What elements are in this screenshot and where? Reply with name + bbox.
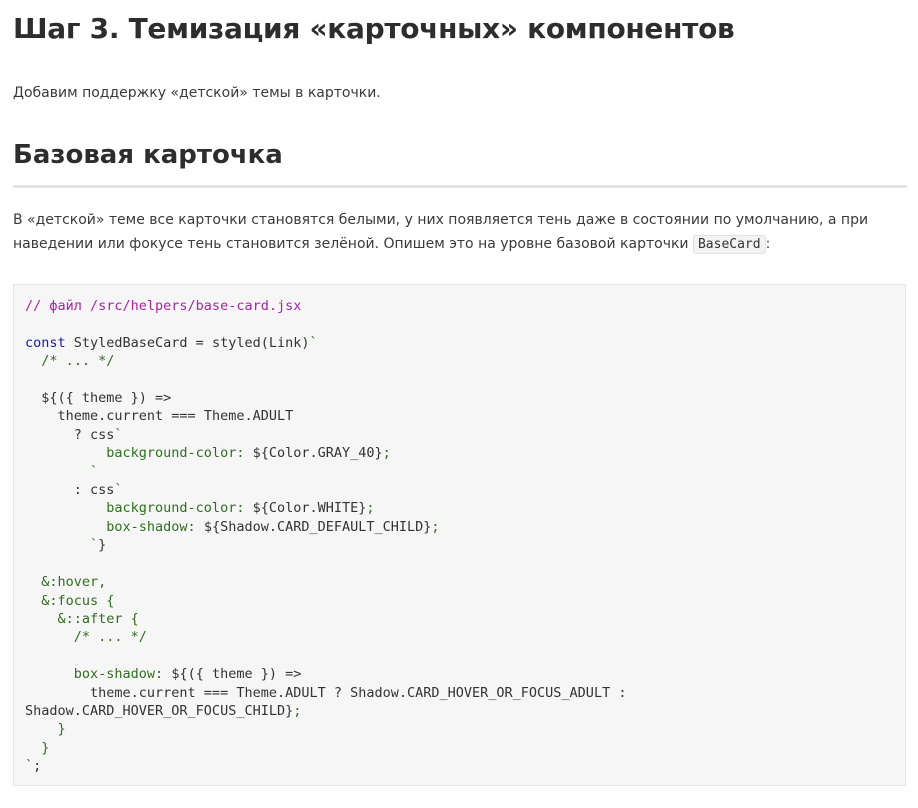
code-token-plain: Shadow.CARD_HOVER_OR_FOCUS_CHILD} — [25, 702, 294, 719]
code-token-plain: ${({ theme }) => — [41, 390, 172, 407]
code-token-plain: theme.current === Theme.ADULT — [57, 408, 294, 425]
section-title: Базовая карточка — [13, 140, 283, 170]
code-token-string: /* ... */ — [25, 629, 147, 646]
code-token-string: ` — [309, 334, 318, 351]
code-token-string: box-shadow: — [25, 666, 172, 683]
code-token-plain: ${({ theme }) => — [171, 666, 302, 683]
code-token-keyword: const — [25, 334, 66, 351]
code-line: // файл /src/helpers/base-card.jsx — [25, 298, 301, 314]
code-token-string: ` — [25, 463, 99, 480]
code-token-string: &:focus { — [25, 592, 115, 609]
code-line: background-color: ${Color.GRAY_40}; — [25, 445, 391, 461]
page-title: Шаг 3. Темизация «карточных» компонентов — [13, 12, 735, 45]
code-token-string: ; — [431, 518, 440, 535]
code-token-string: ; — [366, 500, 375, 517]
code-token-string: ` — [114, 482, 123, 499]
code-token-string: &:hover, — [25, 574, 107, 591]
code-line: box-shadow: ${({ theme }) => — [25, 666, 302, 683]
code-line: ? css` — [25, 427, 123, 443]
code-line: &:focus { — [25, 593, 114, 609]
code-line: box-shadow: ${Shadow.CARD_DEFAULT_CHILD}… — [25, 518, 440, 535]
code-token-string: background-color: — [25, 500, 253, 517]
code-token-string: /* ... */ — [25, 353, 115, 370]
code-line: /* ... */ — [25, 629, 147, 645]
code-token-plain: StyledBaseCard = styled(Link) — [65, 334, 310, 351]
code-line: `} — [25, 537, 106, 553]
code-token-plain: ${Shadow.CARD_DEFAULT_CHILD} — [203, 518, 432, 535]
code-line: &::after { — [25, 611, 139, 627]
code-token-string: ` — [25, 758, 34, 775]
code-token-plain: ${Color.WHITE} — [252, 500, 367, 517]
code-token-plain: } — [98, 537, 107, 554]
section-paragraph: В «детской» теме все карточки становятся… — [13, 208, 907, 257]
code-token-comment: // файл /src/helpers/base-card.jsx — [25, 298, 302, 314]
code-line: ${({ theme }) => — [25, 390, 171, 406]
code-token-string: ` — [114, 426, 123, 443]
code-token-string — [25, 408, 58, 424]
intro-paragraph: Добавим поддержку «детской» темы в карто… — [13, 85, 381, 101]
code-line: `; — [25, 758, 41, 774]
code-line: } — [25, 740, 49, 756]
code-line: : css` — [25, 482, 123, 498]
code-token-string: box-shadow: — [25, 518, 204, 535]
code-line: /* ... */ — [25, 353, 114, 369]
paragraph-text-end: : — [765, 236, 771, 252]
code-token-plain: ${Color.GRAY_40} — [252, 445, 383, 462]
code-token-string: &::after { — [25, 610, 139, 627]
code-token-string: } — [25, 739, 50, 756]
code-token-string: ; — [382, 445, 391, 462]
code-line: Shadow.CARD_HOVER_OR_FOCUS_CHILD}; — [25, 703, 301, 719]
code-token-string: background-color: — [25, 445, 253, 462]
code-line: &:hover, — [25, 574, 106, 590]
code-token-plain: theme.current === Theme.ADULT ? Shadow.C… — [25, 684, 627, 701]
code-line: theme.current === Theme.ADULT — [25, 408, 294, 425]
code-token-string: } — [25, 721, 66, 738]
code-line: ` — [25, 464, 98, 480]
code-line: background-color: ${Color.WHITE}; — [25, 500, 375, 517]
code-token-plain: : css — [25, 482, 115, 499]
code-line: theme.current === Theme.ADULT ? Shadow.C… — [25, 685, 626, 701]
code-token-string: ` — [25, 537, 99, 554]
code-block[interactable]: // файл /src/helpers/base-card.jsx const… — [13, 284, 906, 786]
code-content[interactable]: // файл /src/helpers/base-card.jsx const… — [25, 297, 626, 776]
code-token-string: ; — [293, 702, 302, 719]
code-line: const StyledBaseCard = styled(Link)` — [25, 335, 318, 351]
inline-code-basecard: BaseCard — [692, 235, 766, 254]
code-token-string — [25, 390, 41, 406]
code-line: } — [25, 721, 66, 737]
code-token-plain: ? css — [25, 426, 115, 443]
section-divider — [13, 185, 907, 188]
code-token-plain: ; — [33, 758, 42, 775]
